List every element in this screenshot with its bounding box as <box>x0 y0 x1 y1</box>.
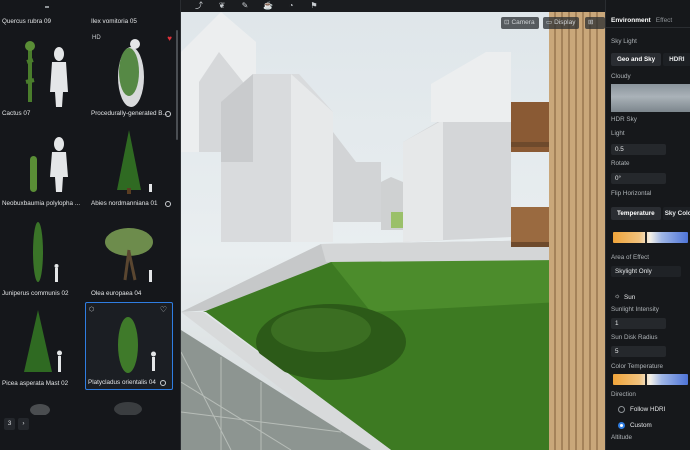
camera-icon: ⊡ <box>504 19 510 26</box>
asset-label: Cactus 07 <box>2 110 31 117</box>
sun-icon: ☼ <box>614 293 621 300</box>
asset-thumbnail <box>24 310 62 372</box>
color-temperature-label: Color Temperature <box>611 363 664 370</box>
area-of-effect-select[interactable]: Skylight Only <box>611 266 681 277</box>
tab-environment[interactable]: Environment <box>611 17 651 24</box>
asset-card-juniperus[interactable]: Juniperus communis 02 <box>0 212 88 300</box>
follow-hdri-label: Follow HDRI <box>630 406 666 413</box>
page-number[interactable]: 3 <box>4 418 15 430</box>
custom-radio[interactable] <box>618 422 625 429</box>
asset-label-top-2: Ilex vomitoria 05 <box>91 18 137 25</box>
brush-icon[interactable]: ✎ <box>240 1 250 11</box>
asset-card-abies[interactable]: Abies nordmanniana 01 <box>89 122 177 210</box>
asset-label-top-1: Quercus rubra 09 <box>2 18 52 25</box>
tab-effect[interactable]: Effect <box>656 17 673 24</box>
asset-thumbnail <box>118 317 156 373</box>
info-icon[interactable] <box>165 201 171 207</box>
asset-label: Neobuxbaumia polylopha ... <box>2 200 80 207</box>
asset-card-picea[interactable]: Picea asperata Mast 02 <box>0 302 88 390</box>
app-window: ⤴ ❦ ✎ ☕ ◔ ⚑ ⊡ Camera ▭ Display ⊞ Quercus… <box>0 0 690 450</box>
asset-label: Picea asperata Mast 02 <box>2 380 69 387</box>
camera-button[interactable]: ⊡ Camera <box>501 17 539 29</box>
view-icon: ⊞ <box>588 19 594 26</box>
next-row-preview <box>30 402 142 415</box>
color-temperature-slider[interactable] <box>613 374 688 385</box>
hdr-sky-label: HDR Sky <box>611 116 637 123</box>
asset-label: Abies nordmanniana 01 <box>91 200 158 207</box>
asset-scrollbar[interactable] <box>176 30 178 140</box>
properties-panel: Environment Effect Sky Light Geo and Sky… <box>605 0 690 450</box>
asset-card-neobuxbaumia[interactable]: Neobuxbaumia polylopha ... <box>0 122 88 210</box>
temperature-slider[interactable] <box>613 232 688 243</box>
rotate-label: Rotate <box>611 160 630 167</box>
flip-horizontal-label[interactable]: Flip Horizontal <box>611 190 651 197</box>
color-mode-toggle: Temperature Sky Color <box>611 207 690 220</box>
top-toolbar: ⤴ ❦ ✎ ☕ ◔ ⚑ <box>181 0 605 12</box>
geo-sky-button[interactable]: Geo and Sky <box>611 53 662 66</box>
hdri-button[interactable]: HDRI <box>663 53 690 66</box>
sky-color-tab[interactable]: Sky Color <box>662 207 690 220</box>
sunlight-intensity-label: Sunlight Intensity <box>611 306 659 313</box>
display-label: Display <box>554 19 576 26</box>
asset-card-cactus-07[interactable]: Cactus 07 <box>0 32 88 120</box>
info-icon[interactable] <box>165 111 171 117</box>
light-input[interactable]: 0.5 <box>611 144 666 155</box>
asset-card-procedural[interactable]: HD ♥ Procedurally-generated B... <box>89 32 177 120</box>
camera-label: Camera <box>511 19 535 26</box>
temperature-tab[interactable]: Temperature <box>611 207 661 220</box>
next-page-button[interactable]: › <box>18 418 29 430</box>
sun-section-label: Sun <box>624 294 636 301</box>
flag-icon[interactable]: ⚑ <box>309 1 319 11</box>
color-temperature-slider-handle[interactable] <box>644 374 647 385</box>
asset-thumbnail <box>30 137 68 192</box>
asset-label: Olea europaea 04 <box>91 290 142 297</box>
scene-render <box>181 12 605 450</box>
route-icon[interactable]: ⤴ <box>194 1 204 11</box>
asset-label: Procedurally-generated B... <box>91 110 168 117</box>
display-icon: ▭ <box>546 19 553 26</box>
extra-view-button[interactable]: ⊞ <box>585 17 605 29</box>
rotate-input[interactable]: 0° <box>611 173 666 184</box>
temperature-slider-handle[interactable] <box>644 232 647 243</box>
asset-thumbnail <box>33 222 59 282</box>
asset-card-olea[interactable]: Olea europaea 04 <box>89 212 177 300</box>
sunlight-intensity-input[interactable]: 1 <box>611 318 666 329</box>
direction-label: Direction <box>611 391 636 398</box>
leaf-icon[interactable]: ❦ <box>217 1 227 11</box>
sky-mode-toggle: Geo and Sky HDRI <box>611 53 690 66</box>
sun-disk-radius-label: Sun Disk Radius <box>611 334 658 341</box>
sun-disk-radius-input[interactable]: 5 <box>611 346 666 357</box>
bulb-icon[interactable]: ◔ <box>286 1 296 11</box>
asset-thumbnail <box>105 228 153 282</box>
cup-icon[interactable]: ☕ <box>263 1 273 11</box>
display-button[interactable]: ▭ Display <box>543 17 580 29</box>
render-viewport[interactable]: ⊡ Camera ▭ Display ⊞ <box>181 12 605 450</box>
panel-tabs: Environment Effect <box>606 14 690 28</box>
sky-light-title: Sky Light <box>611 38 637 45</box>
follow-hdri-radio[interactable] <box>618 406 625 413</box>
altitude-label: Altitude <box>611 434 633 441</box>
sky-preview-image[interactable] <box>611 84 690 112</box>
area-of-effect-label: Area of Effect <box>611 254 650 261</box>
info-icon[interactable] <box>160 380 166 386</box>
asset-thumbnail <box>118 39 144 107</box>
asset-label: Juniperus communis 02 <box>2 290 69 297</box>
light-label: Light <box>611 130 625 137</box>
scroll-marker <box>45 6 49 8</box>
asset-label: Platycladus orientalis 04 <box>88 379 156 386</box>
asset-thumbnail <box>25 41 68 107</box>
asset-library-panel: Quercus rubra 09 Ilex vomitoria 05 Cactu… <box>0 0 181 450</box>
custom-label: Custom <box>630 422 652 429</box>
sky-preset-label: Cloudy <box>611 73 631 80</box>
asset-thumbnail <box>117 130 152 194</box>
pagination: 3 › <box>4 418 29 430</box>
asset-card-platycladus[interactable]: ⬡ ♡ Platycladus orientalis 04 <box>85 302 173 390</box>
